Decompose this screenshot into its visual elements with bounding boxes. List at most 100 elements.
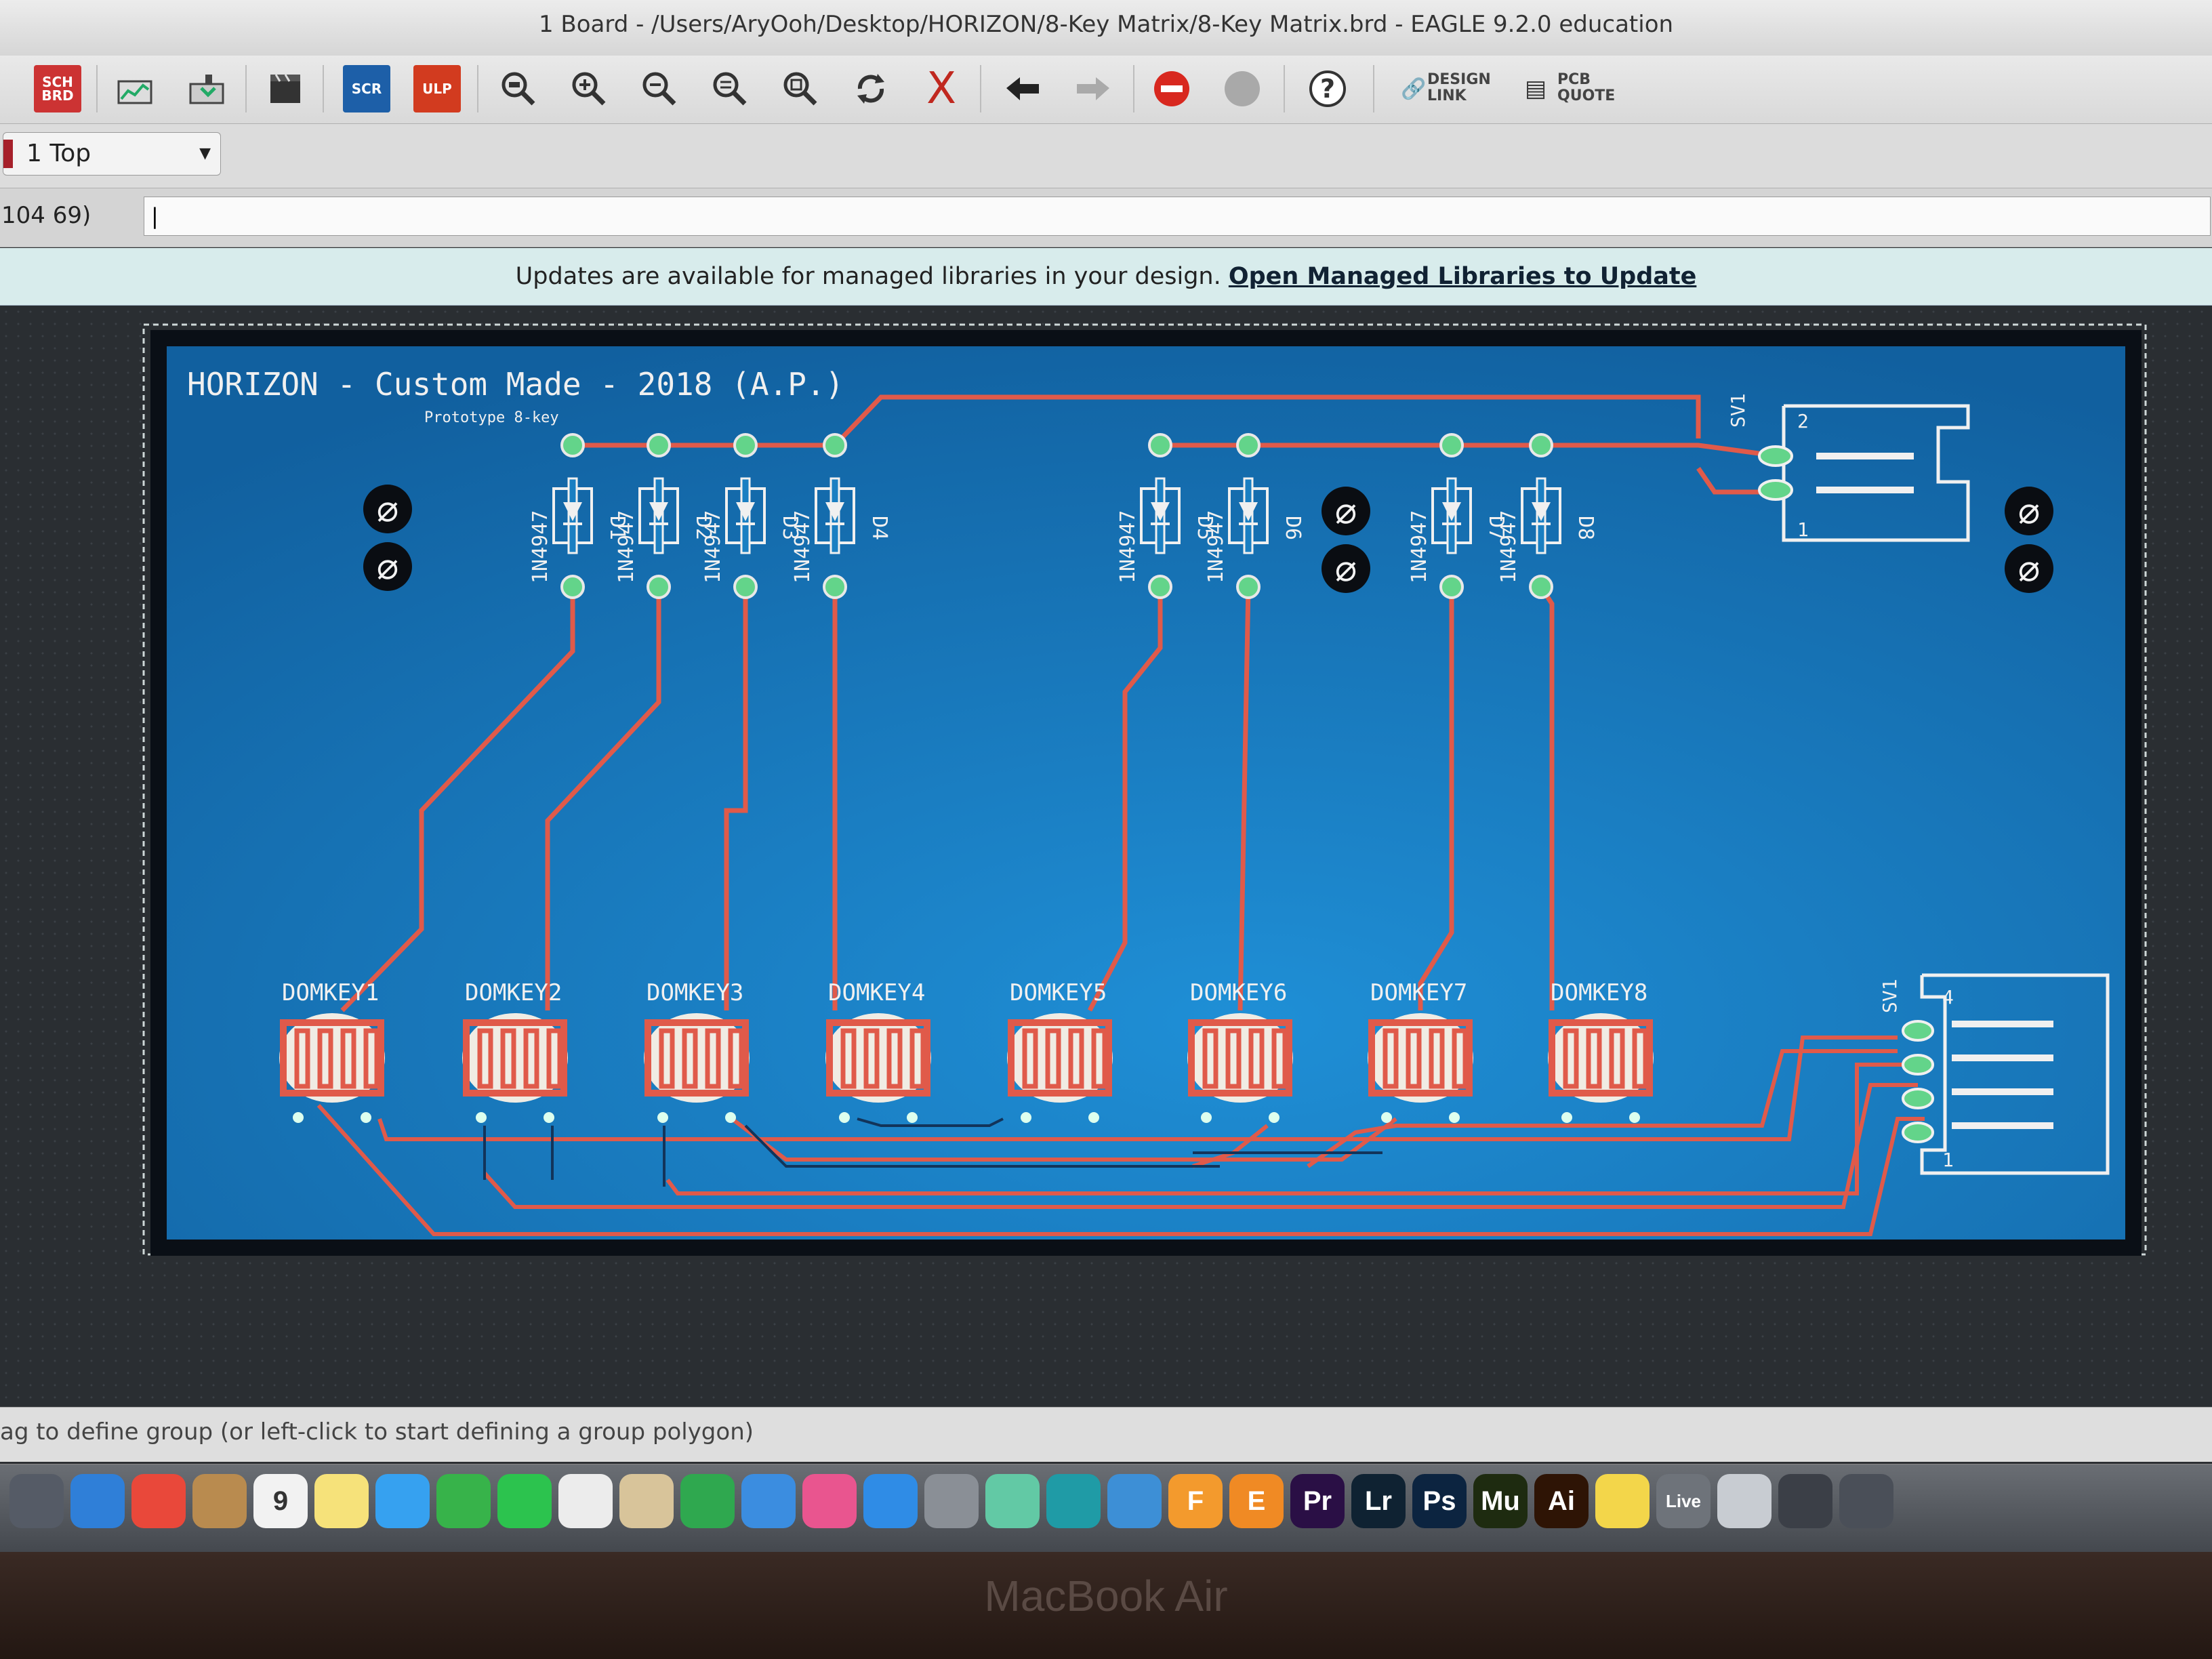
system-preferences-icon[interactable]: [924, 1474, 979, 1528]
eagle-icon[interactable]: E: [1229, 1474, 1284, 1528]
diode-pad: [1148, 575, 1172, 599]
calendar-icon[interactable]: 9: [253, 1474, 308, 1528]
whatsapp-icon[interactable]: [497, 1474, 552, 1528]
safari-icon[interactable]: [70, 1474, 125, 1528]
pcb-board[interactable]: [150, 330, 2142, 1256]
pcb-quote-line1: PCB: [1557, 71, 1591, 88]
toolbar: SCH BRD SCR ULP X ? 🔗 DESIGN LINK ▤ PCB …: [0, 56, 2212, 124]
ulp-icon[interactable]: ULP: [413, 65, 461, 112]
illustrator-icon[interactable]: Ai: [1534, 1474, 1589, 1528]
key-via: [1269, 1112, 1279, 1123]
cursor-coordinates: 104 69): [1, 202, 91, 229]
atom-icon[interactable]: [985, 1474, 1040, 1528]
ulp-label: ULP: [422, 81, 452, 97]
toolbar-separator: [1284, 65, 1285, 112]
script-icon[interactable]: SCR: [343, 65, 390, 112]
itunes-icon[interactable]: [802, 1474, 857, 1528]
board-title: HORIZON - Custom Made - 2018 (A.P.): [187, 366, 844, 403]
notefile-icon[interactable]: [192, 1474, 247, 1528]
stickies-icon[interactable]: [1595, 1474, 1650, 1528]
key-via: [293, 1112, 304, 1123]
live-icon[interactable]: Live: [1656, 1474, 1711, 1528]
diode-pad: [733, 433, 758, 457]
facetime-icon[interactable]: [436, 1474, 491, 1528]
pro-tools-icon[interactable]: [1778, 1474, 1832, 1528]
toolbar-separator: [1373, 65, 1374, 112]
connector-ref-label: SV1: [1727, 393, 1749, 428]
photos-icon[interactable]: [558, 1474, 613, 1528]
notification-text: Updates are available for managed librar…: [515, 263, 1221, 290]
toolbar-separator: [323, 65, 324, 112]
diode-pad: [647, 575, 671, 599]
diode-pad: [647, 433, 671, 457]
pcb-quote-button[interactable]: PCB QUOTE: [1557, 72, 1615, 104]
connector-pad: [1902, 1122, 1934, 1143]
fusion-icon[interactable]: F: [1168, 1474, 1223, 1528]
diode-value-label: 1N4947: [1116, 510, 1140, 583]
design-link-line2: LINK: [1427, 87, 1467, 104]
undo-icon[interactable]: [999, 65, 1046, 112]
xcode-icon[interactable]: [1107, 1474, 1162, 1528]
layer-select[interactable]: 1 Top ▼: [3, 132, 221, 176]
design-link-icon[interactable]: 🔗: [1400, 65, 1427, 112]
key-label: DOMKEY4: [828, 979, 925, 1006]
key-via: [1449, 1112, 1460, 1123]
toolbar-separator: [1133, 65, 1134, 112]
manufacturing-icon[interactable]: [183, 65, 230, 112]
numbers-icon[interactable]: [680, 1474, 735, 1528]
lightroom-icon[interactable]: Lr: [1351, 1474, 1406, 1528]
premiere-icon[interactable]: Pr: [1290, 1474, 1345, 1528]
diode-pad: [1236, 433, 1261, 457]
connector-pad: [1902, 1088, 1934, 1109]
clapboard-icon[interactable]: [262, 65, 309, 112]
mounting-hole-symbol: ⌀: [2018, 489, 2041, 532]
diode-pad: [560, 433, 585, 457]
zoom-select-icon[interactable]: [777, 65, 824, 112]
layer-color-swatch: [3, 140, 13, 168]
keynote-icon[interactable]: [741, 1474, 796, 1528]
app-store-icon[interactable]: [863, 1474, 918, 1528]
key-via: [1088, 1112, 1099, 1123]
key-via: [476, 1112, 487, 1123]
stop-icon[interactable]: [1148, 65, 1195, 112]
diode-pad: [560, 575, 585, 599]
switch-sch-brd-icon[interactable]: SCH BRD: [34, 65, 81, 112]
zoom-in-icon[interactable]: [565, 65, 613, 112]
command-row: 104 69) |: [0, 188, 2212, 247]
diode-pad: [1236, 575, 1261, 599]
open-managed-libraries-link[interactable]: Open Managed Libraries to Update: [1229, 263, 1696, 290]
zoom-out-icon[interactable]: [636, 65, 683, 112]
messages-icon[interactable]: [375, 1474, 430, 1528]
launchpad-icon[interactable]: [9, 1474, 64, 1528]
command-input[interactable]: |: [144, 197, 2211, 236]
preview-icon[interactable]: [619, 1474, 674, 1528]
mounting-hole-symbol: ⌀: [2018, 547, 2041, 590]
connector-pin-last: 2: [1797, 410, 1809, 432]
diode-pad: [823, 433, 847, 457]
cam-processor-icon[interactable]: [111, 65, 159, 112]
board-canvas[interactable]: ⌀ ⌀ ⌀ ⌀ ⌀ ⌀ 1N4947 D1 1N4947 D2 1N4947 D3 1N4947 D4 1N…: [0, 306, 2212, 1406]
arduino-icon[interactable]: [1046, 1474, 1101, 1528]
notes-icon[interactable]: [314, 1474, 369, 1528]
disk-utility-icon[interactable]: [1717, 1474, 1771, 1528]
chrome-icon[interactable]: [131, 1474, 186, 1528]
diode-pad: [733, 575, 758, 599]
pcb-quote-icon[interactable]: ▤: [1522, 65, 1549, 112]
go-icon[interactable]: [1218, 65, 1266, 112]
redo-icon[interactable]: [1069, 65, 1117, 112]
diode-value-label: 1N4947: [701, 510, 725, 583]
layer-select-value: 1 Top: [26, 140, 91, 167]
diode-value-label: 1N4947: [1204, 510, 1228, 583]
help-icon[interactable]: ?: [1304, 65, 1351, 112]
zoom-fit-icon[interactable]: [495, 65, 542, 112]
stacks-icon[interactable]: [1839, 1474, 1893, 1528]
photoshop-icon[interactable]: Ps: [1412, 1474, 1467, 1528]
design-link-button[interactable]: DESIGN LINK: [1427, 72, 1491, 104]
diode-pad: [1529, 575, 1553, 599]
muse-icon[interactable]: Mu: [1473, 1474, 1528, 1528]
cancel-x-icon[interactable]: X: [918, 64, 965, 114]
refresh-icon[interactable]: [847, 65, 895, 112]
zoom-redraw-icon[interactable]: [706, 65, 754, 112]
window-titlebar[interactable]: 1 Board - /Users/AryOoh/Desktop/HORIZON/…: [0, 0, 2212, 56]
chevron-down-icon: ▼: [199, 145, 211, 162]
